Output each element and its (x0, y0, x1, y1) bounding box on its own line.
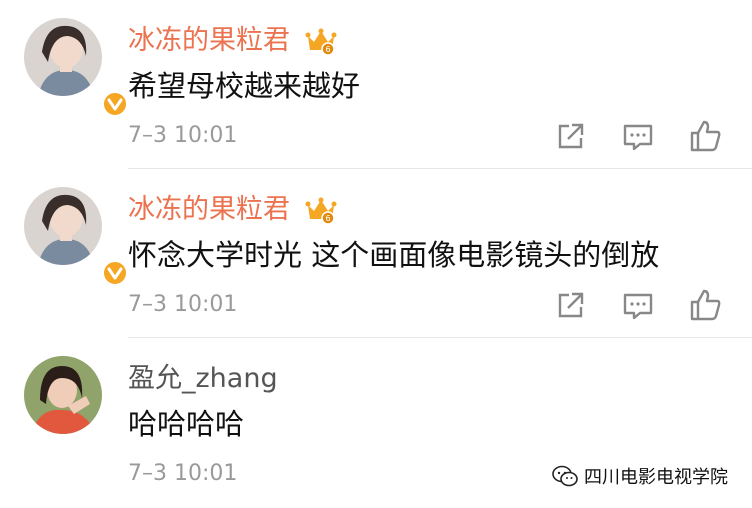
avatar-image (24, 356, 102, 434)
comment-icon[interactable] (620, 287, 656, 323)
username[interactable]: 盈允_zhang (128, 362, 278, 396)
timestamp: 7–3 10:01 (128, 123, 238, 148)
verified-badge-icon (101, 259, 129, 287)
verified-badge-icon (101, 90, 129, 118)
wechat-logo-icon (552, 465, 578, 487)
share-icon[interactable] (553, 118, 589, 154)
avatar-image (24, 18, 102, 96)
share-icon[interactable] (553, 287, 589, 323)
avatar[interactable] (24, 18, 129, 118)
timestamp: 7–3 10:01 (128, 292, 238, 317)
vip-crown-icon[interactable]: 6 (305, 196, 337, 224)
like-icon[interactable] (688, 287, 724, 323)
watermark: 四川电影电视学院 (552, 461, 728, 491)
vip-crown-icon[interactable]: 6 (305, 27, 337, 55)
like-icon[interactable] (688, 118, 724, 154)
comment-item: 冰冻的果粒君 6 希望母校越来越好 7–3 10:01 (0, 0, 752, 169)
comment-item: 冰冻的果粒君 6 怀念大学时光 这个画面像电影镜头的倒放 7–3 10:01 (0, 169, 752, 338)
comment-text: 怀念大学时光 这个画面像电影镜头的倒放 (128, 238, 660, 272)
avatar[interactable] (24, 356, 102, 434)
username[interactable]: 冰冻的果粒君 (128, 193, 290, 227)
watermark-text: 四川电影电视学院 (584, 463, 728, 489)
timestamp: 7–3 10:01 (128, 461, 238, 486)
avatar-image (24, 187, 102, 265)
username[interactable]: 冰冻的果粒君 (128, 24, 290, 58)
vip-level: 6 (325, 214, 330, 223)
comment-icon[interactable] (620, 118, 656, 154)
avatar[interactable] (24, 187, 129, 287)
comment-text: 希望母校越来越好 (128, 69, 361, 103)
comment-text: 哈哈哈哈 (128, 407, 245, 441)
vip-level: 6 (325, 45, 330, 54)
